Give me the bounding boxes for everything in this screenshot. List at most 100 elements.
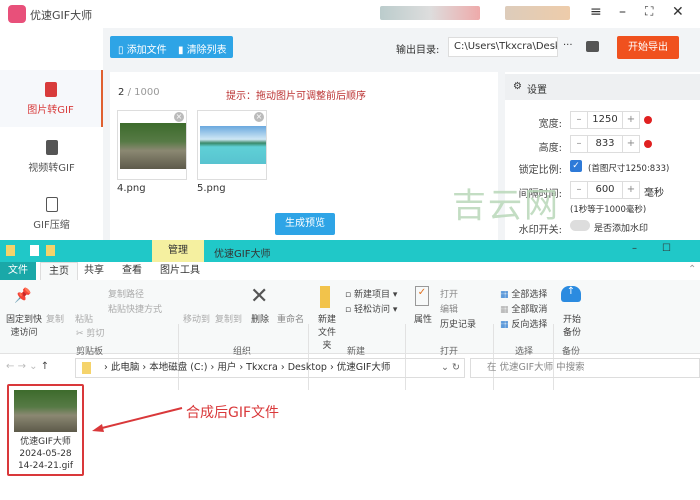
- search-input[interactable]: 在 优速GIF大师 中搜索: [470, 358, 700, 378]
- maximize-icon[interactable]: ☐: [662, 243, 671, 254]
- height-value[interactable]: 833: [587, 136, 623, 152]
- open-button[interactable]: 打开: [440, 287, 458, 300]
- sidebar: 图片转GIF 视频转GIF GIF压缩: [0, 28, 103, 240]
- count-total: / 1000: [127, 87, 160, 98]
- pin-button[interactable]: 固定到快速访问: [5, 312, 43, 338]
- tab-file[interactable]: 文件: [0, 262, 36, 280]
- breadcrumb-item[interactable]: Tkxcra: [246, 362, 278, 373]
- easy-access-button[interactable]: ▫ 轻松访问 ▾: [345, 302, 397, 315]
- annotation-arrow-icon: [92, 407, 183, 432]
- divider: [405, 324, 406, 390]
- sidebar-item-image-to-gif[interactable]: 图片转GIF: [0, 70, 103, 127]
- add-file-button[interactable]: ▯ 添加文件: [118, 41, 167, 56]
- select-all-label: 全部选择: [511, 290, 548, 300]
- lock-ratio-label: 锁定比例:: [518, 165, 562, 176]
- rename-button[interactable]: 重命名: [277, 312, 304, 325]
- copy-to-button[interactable]: 复制到: [215, 312, 242, 325]
- breadcrumb-item[interactable]: 此电脑: [111, 362, 140, 373]
- width-stepper[interactable]: –1250 +: [570, 111, 640, 129]
- breadcrumb-item[interactable]: Desktop: [288, 362, 327, 373]
- gif-file-item[interactable]: 优速GIF大师 2024-05-28 14-24-21.gif: [7, 384, 84, 476]
- invert-selection-button[interactable]: ▦ 反向选择: [500, 317, 547, 330]
- group-organize: 组织: [233, 347, 252, 357]
- refresh-icon[interactable]: ⌄ ↻: [441, 359, 460, 377]
- clear-list-label: 清除列表: [186, 45, 227, 56]
- image-thumb-5[interactable]: ×: [197, 110, 267, 180]
- properties-button[interactable]: 属性: [414, 312, 432, 325]
- image-count: 2 / 1000: [118, 87, 160, 98]
- tab-picture-tools[interactable]: 图片工具: [152, 262, 208, 280]
- backup-cloud-icon: ↑: [561, 286, 581, 302]
- interval-unit: 毫秒: [644, 188, 664, 199]
- nav-buttons: ← → ⌄ ↑: [6, 361, 49, 372]
- gif-thumbnail: [14, 390, 77, 432]
- output-dir-input[interactable]: C:\Users\Tkxcra\Deskto: [448, 37, 558, 57]
- sidebar-item-gif-compress[interactable]: GIF压缩: [0, 185, 103, 242]
- interval-stepper[interactable]: –600 +: [570, 181, 640, 199]
- ribbon-collapse-icon[interactable]: ⌃: [688, 264, 696, 275]
- divider: [553, 324, 554, 390]
- backup-button[interactable]: 开始备份: [562, 312, 582, 338]
- history-button[interactable]: 历史记录: [440, 317, 476, 330]
- open-folder-icon[interactable]: [586, 41, 599, 52]
- delete-button[interactable]: 删除: [251, 312, 269, 325]
- image-name: 4.png: [117, 183, 146, 194]
- address-bar[interactable]: › 此电脑 › 本地磁盘 (C:) › 用户 › Tkxcra › Deskto…: [75, 358, 465, 378]
- file-toolbar: ▯ 添加文件 ▮ 清除列表: [110, 36, 233, 58]
- paste-button[interactable]: 粘贴: [75, 312, 93, 325]
- tab-view[interactable]: 查看: [114, 262, 150, 280]
- close-icon[interactable]: ✕: [672, 4, 684, 20]
- select-all-button[interactable]: ▦ 全部选择: [500, 287, 547, 300]
- generate-preview-button[interactable]: 生成预览: [275, 213, 335, 235]
- start-export-button[interactable]: 开始导出: [617, 36, 679, 59]
- delete-icon: ✕: [250, 284, 269, 309]
- sidebar-label: 图片转GIF: [27, 105, 74, 116]
- hint-text: 提示：拖动图片可调整前后顺序: [226, 91, 366, 102]
- copy-path-button[interactable]: 复制路径: [108, 287, 144, 300]
- forward-button[interactable]: →: [18, 361, 26, 372]
- height-stepper[interactable]: –833 +: [570, 135, 640, 153]
- cut-button[interactable]: ✂ 剪切: [76, 326, 104, 339]
- breadcrumb-item[interactable]: 用户: [217, 362, 236, 373]
- minimize-icon[interactable]: –: [632, 243, 637, 254]
- copy-button[interactable]: 复制: [46, 312, 64, 325]
- gear-icon: ⚙: [513, 81, 522, 92]
- up-button[interactable]: ↑: [41, 361, 49, 372]
- new-folder-qa-icon[interactable]: [46, 245, 55, 256]
- edit-button[interactable]: 编辑: [440, 302, 458, 315]
- breadcrumb-item[interactable]: 本地磁盘 (C:): [149, 362, 207, 373]
- new-folder-button[interactable]: 新建文件夹: [314, 312, 340, 351]
- tab-share[interactable]: 共享: [76, 262, 112, 280]
- thumbnail: [120, 123, 186, 169]
- browse-button[interactable]: ···: [563, 40, 573, 51]
- invert-label: 反向选择: [511, 320, 548, 330]
- recent-button[interactable]: ⌄: [29, 361, 37, 372]
- lock-ratio-checkbox[interactable]: ✓: [570, 160, 582, 172]
- sidebar-item-video-to-gif[interactable]: 视频转GIF: [0, 128, 103, 185]
- remove-icon[interactable]: ×: [174, 112, 184, 122]
- minimize-icon[interactable]: –: [619, 4, 626, 20]
- maximize-icon[interactable]: ⛶: [645, 4, 653, 19]
- settings-title: 设置: [527, 85, 547, 96]
- back-button[interactable]: ←: [6, 361, 14, 372]
- select-none-button[interactable]: ▦ 全部取消: [500, 302, 547, 315]
- clear-list-button[interactable]: ▮ 清除列表: [178, 41, 227, 56]
- remove-icon[interactable]: ×: [254, 112, 264, 122]
- width-value[interactable]: 1250: [587, 112, 623, 128]
- tab-home[interactable]: 主页: [40, 262, 78, 280]
- move-to-button[interactable]: 移动到: [183, 312, 210, 325]
- manage-context-tab[interactable]: 管理: [152, 240, 204, 262]
- watermark-toggle[interactable]: [570, 220, 590, 231]
- sidebar-label: GIF压缩: [33, 220, 70, 231]
- image-thumb-4[interactable]: ×: [117, 110, 187, 180]
- width-label: 宽度:: [538, 119, 562, 130]
- paste-shortcut-button[interactable]: 粘贴快捷方式: [108, 302, 162, 315]
- breadcrumb-item[interactable]: 优速GIF大师: [337, 362, 391, 373]
- menu-icon[interactable]: ≡: [590, 4, 602, 20]
- new-item-button[interactable]: ▫ 新建项目 ▾: [345, 287, 397, 300]
- properties-qa-icon[interactable]: [30, 245, 39, 256]
- height-label: 高度:: [538, 143, 562, 154]
- properties-icon: ✓: [415, 286, 429, 306]
- site-watermark: 吉云网: [452, 186, 560, 226]
- interval-value[interactable]: 600: [587, 182, 623, 198]
